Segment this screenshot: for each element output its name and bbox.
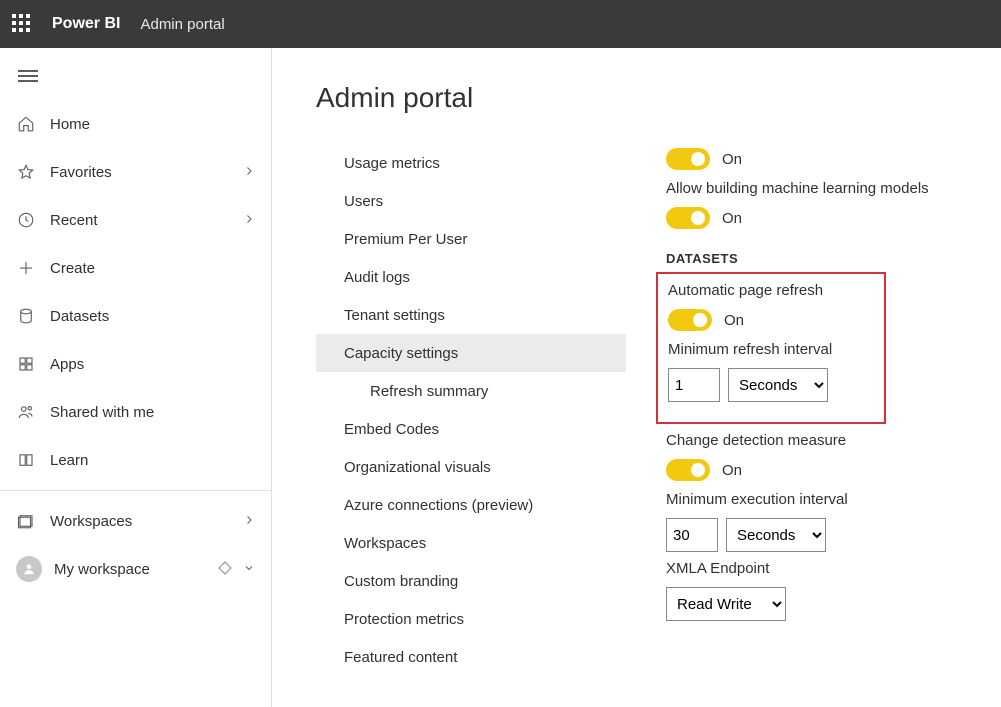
hamburger-icon[interactable] — [18, 67, 38, 85]
subnav-custom-branding[interactable]: Custom branding — [316, 562, 626, 600]
home-icon — [16, 114, 36, 134]
brand-label: Power BI — [52, 15, 120, 33]
database-icon — [16, 306, 36, 326]
setting-cdm-label: Change detection measure — [666, 432, 929, 449]
subnav-premium-per-user[interactable]: Premium Per User — [316, 220, 626, 258]
book-icon — [16, 450, 36, 470]
workspaces-icon — [16, 511, 36, 531]
top-bar: Power BI Admin portal — [0, 0, 1001, 48]
toggle-state-label: On — [722, 462, 742, 479]
left-sidebar: Home Favorites Recent Create — [0, 48, 272, 707]
subnav-users[interactable]: Users — [316, 182, 626, 220]
toggle-state-label: On — [724, 312, 744, 329]
min-exec-input[interactable] — [666, 518, 718, 552]
sidebar-item-label: Workspaces — [50, 513, 243, 530]
sidebar-item-label: Apps — [50, 356, 255, 373]
sidebar-item-create[interactable]: Create — [0, 244, 271, 292]
sidebar-divider — [0, 490, 271, 491]
setting-ml-label: Allow building machine learning models — [666, 180, 929, 197]
subnav-capacity-settings[interactable]: Capacity settings — [316, 334, 626, 372]
sidebar-item-home[interactable]: Home — [0, 100, 271, 148]
setting-min-exec-label: Minimum execution interval — [666, 491, 929, 508]
sidebar-item-label: Home — [50, 116, 255, 133]
toggle-ml[interactable] — [666, 207, 710, 229]
sidebar-item-label: Recent — [50, 212, 243, 229]
subnav-workspaces[interactable]: Workspaces — [316, 524, 626, 562]
settings-panel: On Allow building machine learning model… — [626, 144, 929, 676]
sidebar-item-label: Favorites — [50, 164, 243, 181]
apps-icon — [16, 354, 36, 374]
toggle-state-label: On — [722, 210, 742, 227]
sidebar-item-learn[interactable]: Learn — [0, 436, 271, 484]
admin-subnav: Usage metrics Users Premium Per User Aud… — [316, 144, 626, 676]
chevron-right-icon — [243, 513, 255, 529]
subnav-embed-codes[interactable]: Embed Codes — [316, 410, 626, 448]
app-launcher-icon[interactable] — [12, 14, 32, 34]
chevron-right-icon — [243, 212, 255, 228]
xmla-endpoint-select[interactable]: Read Write — [666, 587, 786, 621]
page-title: Admin portal — [316, 82, 929, 114]
main-content: Admin portal Usage metrics Users Premium… — [272, 48, 1001, 707]
sidebar-item-recent[interactable]: Recent — [0, 196, 271, 244]
subnav-refresh-summary[interactable]: Refresh summary — [316, 372, 626, 410]
subnav-featured-content[interactable]: Featured content — [316, 638, 626, 676]
star-icon — [16, 162, 36, 182]
toggle-cdm[interactable] — [666, 459, 710, 481]
min-refresh-input[interactable] — [668, 368, 720, 402]
subnav-tenant-settings[interactable]: Tenant settings — [316, 296, 626, 334]
sidebar-item-my-workspace[interactable]: My workspace — [0, 545, 271, 593]
chevron-down-icon — [243, 561, 255, 577]
min-exec-unit-select[interactable]: Seconds — [726, 518, 826, 552]
sidebar-item-label: Shared with me — [50, 404, 255, 421]
shared-icon — [16, 402, 36, 422]
sidebar-item-shared[interactable]: Shared with me — [0, 388, 271, 436]
plus-icon — [16, 258, 36, 278]
topbar-page-title: Admin portal — [140, 16, 224, 33]
min-refresh-unit-select[interactable]: Seconds — [728, 368, 828, 402]
sidebar-item-label: Datasets — [50, 308, 255, 325]
subnav-usage-metrics[interactable]: Usage metrics — [316, 144, 626, 182]
setting-apr-label: Automatic page refresh — [668, 282, 874, 299]
avatar-icon — [16, 556, 42, 582]
chevron-right-icon — [243, 164, 255, 180]
subnav-org-visuals[interactable]: Organizational visuals — [316, 448, 626, 486]
clock-icon — [16, 210, 36, 230]
subnav-azure-connections[interactable]: Azure connections (preview) — [316, 486, 626, 524]
sidebar-item-label: My workspace — [54, 561, 217, 578]
sidebar-item-workspaces[interactable]: Workspaces — [0, 497, 271, 545]
toggle-state-label: On — [722, 151, 742, 168]
premium-diamond-icon — [217, 560, 233, 579]
highlight-annotation: Automatic page refresh On Minimum refres… — [656, 272, 886, 424]
sidebar-item-label: Create — [50, 260, 255, 277]
toggle-apr[interactable] — [668, 309, 712, 331]
datasets-section-header: DATASETS — [666, 251, 929, 266]
setting-min-refresh-label: Minimum refresh interval — [668, 341, 874, 358]
sidebar-item-apps[interactable]: Apps — [0, 340, 271, 388]
setting-xmla-label: XMLA Endpoint — [666, 560, 929, 577]
toggle-switch[interactable] — [666, 148, 710, 170]
subnav-protection-metrics[interactable]: Protection metrics — [316, 600, 626, 638]
sidebar-item-datasets[interactable]: Datasets — [0, 292, 271, 340]
subnav-audit-logs[interactable]: Audit logs — [316, 258, 626, 296]
sidebar-item-label: Learn — [50, 452, 255, 469]
sidebar-item-favorites[interactable]: Favorites — [0, 148, 271, 196]
